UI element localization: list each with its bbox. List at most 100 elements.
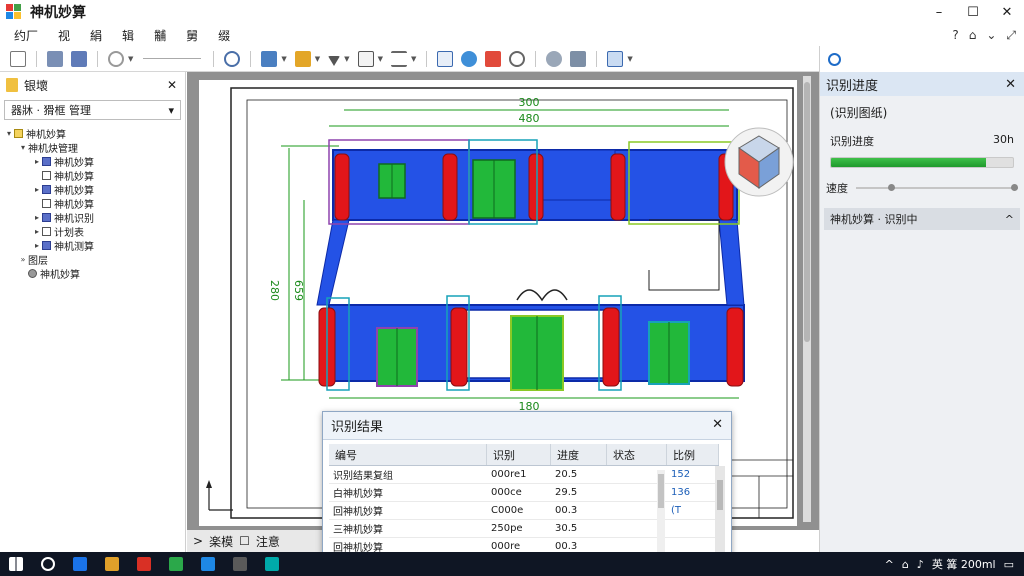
- search-icon[interactable]: [41, 557, 55, 571]
- tab-checkbox-icon[interactable]: ☐: [239, 534, 250, 548]
- results-scrollbar[interactable]: [715, 466, 725, 566]
- tree-item[interactable]: ▸ 神机测算: [0, 238, 185, 253]
- chevron-down-icon[interactable]: ⌄: [986, 28, 996, 42]
- tree-checkbox[interactable]: [42, 226, 51, 236]
- start-icon[interactable]: [9, 557, 23, 571]
- tree-expander-icon[interactable]: ▸: [32, 227, 42, 236]
- chevron-down-icon[interactable]: ▼: [281, 55, 286, 63]
- gear-icon[interactable]: [28, 268, 37, 278]
- recognize-icon[interactable]: [485, 50, 502, 67]
- chevron-down-icon[interactable]: ▼: [128, 55, 133, 63]
- taskbar-app-icon[interactable]: [169, 557, 183, 571]
- tray-chevron-icon[interactable]: ^: [885, 558, 894, 571]
- tree-expander-icon[interactable]: ▾: [18, 143, 28, 152]
- taskbar-app-icon[interactable]: [105, 557, 119, 571]
- tree-expander-icon[interactable]: ▸: [32, 185, 42, 194]
- tree-checkbox[interactable]: [42, 240, 51, 250]
- menu-item-file[interactable]: 约厂: [8, 27, 44, 44]
- open-icon[interactable]: [47, 50, 63, 67]
- canvas-vertical-scrollbar[interactable]: [803, 76, 811, 522]
- menu-item-window[interactable]: 缀: [212, 27, 236, 44]
- speed-slider[interactable]: [856, 184, 1018, 191]
- menu-item-draw[interactable]: 黼: [148, 27, 172, 44]
- notification-icon[interactable]: ▭: [1004, 558, 1014, 571]
- tab-prev-icon[interactable]: >: [193, 534, 203, 548]
- export-icon[interactable]: [570, 50, 587, 67]
- tree-expander-icon[interactable]: ▸: [32, 213, 42, 222]
- layout-icon[interactable]: [607, 50, 624, 67]
- tree-expander-icon[interactable]: ▸: [32, 157, 42, 166]
- column-header[interactable]: 状态: [607, 444, 667, 465]
- tree-expander-icon[interactable]: »: [18, 255, 28, 264]
- tab-layout[interactable]: 注意: [256, 533, 280, 550]
- undo-icon[interactable]: [108, 50, 124, 67]
- recognition-section[interactable]: 神机妙算 · 识别中 ^: [824, 208, 1020, 230]
- taskbar-app-icon[interactable]: [233, 557, 247, 571]
- list-icon[interactable]: [390, 50, 407, 67]
- tree-expander-icon[interactable]: ▾: [4, 129, 14, 138]
- chevron-down-icon[interactable]: ▼: [344, 55, 349, 63]
- chevron-down-icon[interactable]: ▼: [315, 55, 320, 63]
- column-header[interactable]: 进度: [551, 444, 607, 465]
- taskbar-app-icon[interactable]: [265, 557, 279, 571]
- tree-checkbox[interactable]: [42, 198, 51, 208]
- expand-icon[interactable]: ⤢: [1006, 28, 1016, 43]
- globe-icon[interactable]: [828, 52, 841, 66]
- filter-icon[interactable]: [328, 55, 341, 66]
- scrollbar-thumb[interactable]: [717, 480, 723, 510]
- layer-icon[interactable]: [261, 50, 278, 67]
- chevron-down-icon[interactable]: ▼: [411, 55, 416, 63]
- tree-checkbox[interactable]: [42, 156, 51, 166]
- save-icon[interactable]: [71, 50, 87, 67]
- settings-icon[interactable]: [546, 50, 563, 67]
- taskbar-app-icon[interactable]: [73, 557, 87, 571]
- column-header[interactable]: 识别: [487, 444, 551, 465]
- help-icon[interactable]: ?: [952, 28, 958, 42]
- taskbar-app-icon[interactable]: [137, 557, 151, 571]
- table-icon[interactable]: [357, 50, 374, 67]
- zoom-icon[interactable]: [224, 50, 241, 67]
- close-icon[interactable]: ✕: [1005, 77, 1016, 92]
- tree-item[interactable]: ▾ 神机炔管理: [0, 140, 185, 155]
- network-icon[interactable]: ⌂: [902, 558, 909, 571]
- tab-model[interactable]: 楽模: [209, 533, 233, 550]
- column-header[interactable]: 编号: [329, 444, 487, 465]
- tree-checkbox[interactable]: [42, 170, 51, 180]
- search-icon[interactable]: [509, 50, 526, 67]
- pan-icon[interactable]: [461, 50, 478, 67]
- tree-item[interactable]: ▸ 计划表: [0, 224, 185, 239]
- close-icon[interactable]: ✕: [167, 78, 177, 92]
- tree-item[interactable]: 神机妙算: [0, 266, 185, 281]
- scrollbar-thumb[interactable]: [658, 474, 664, 508]
- slider-handle[interactable]: [888, 184, 896, 191]
- new-file-icon[interactable]: [10, 50, 26, 67]
- tree-item[interactable]: ▸ 神机识别: [0, 210, 185, 225]
- chevron-down-icon[interactable]: ▼: [378, 55, 383, 63]
- linetype-selector[interactable]: [143, 58, 202, 59]
- measure-icon[interactable]: [437, 50, 454, 67]
- tree-checkbox[interactable]: [42, 212, 51, 222]
- maximize-button[interactable]: ☐: [956, 0, 990, 24]
- tree-item[interactable]: ▸ 神机妙算: [0, 154, 185, 169]
- menu-item-tools[interactable]: 舅: [180, 27, 204, 44]
- scrollbar-thumb[interactable]: [804, 82, 810, 342]
- tree-item[interactable]: ▾ 神机妙算: [0, 126, 185, 141]
- tree-checkbox[interactable]: [14, 128, 23, 138]
- menu-item-modify[interactable]: 辑: [116, 27, 140, 44]
- tree-item[interactable]: 神机妙算: [0, 168, 185, 183]
- column-header[interactable]: 比例: [667, 444, 719, 465]
- menu-item-view[interactable]: 视: [52, 27, 76, 44]
- tree-item[interactable]: 神机妙算: [0, 196, 185, 211]
- tree-expander-icon[interactable]: ▸: [32, 241, 42, 250]
- close-button[interactable]: ✕: [990, 0, 1024, 24]
- nav-home-icon[interactable]: ⌂: [969, 28, 977, 42]
- minimize-button[interactable]: –: [922, 0, 956, 24]
- color-icon[interactable]: [294, 50, 311, 67]
- project-filter-select[interactable]: 器牀 · 猾框 管理 ▾: [4, 100, 181, 120]
- taskbar-app-icon[interactable]: [201, 557, 215, 571]
- tree-item[interactable]: » 图层: [0, 252, 185, 267]
- close-icon[interactable]: ✕: [712, 417, 723, 432]
- menu-item-edit[interactable]: 絹: [84, 27, 108, 44]
- tree-item[interactable]: ▸ 神机妙算: [0, 182, 185, 197]
- chevron-down-icon[interactable]: ▼: [627, 55, 632, 63]
